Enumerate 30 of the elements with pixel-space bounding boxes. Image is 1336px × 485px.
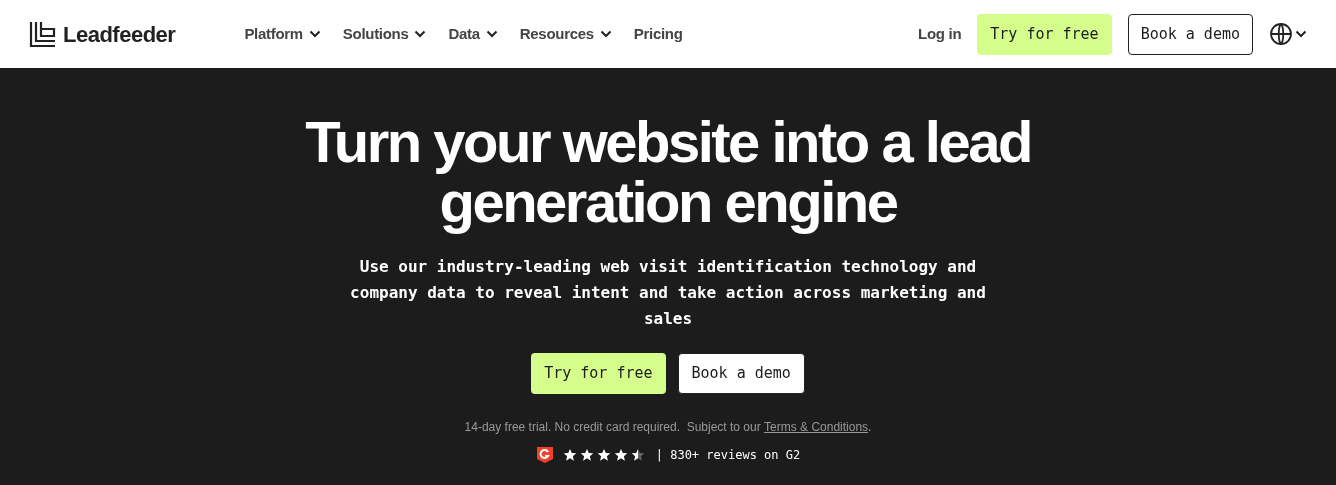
try-free-button[interactable]: Try for free <box>531 353 666 394</box>
nav-link[interactable]: Resources <box>519 22 612 46</box>
globe-icon <box>1269 22 1293 46</box>
hero-subtitle: Use our industry-leading web visit identification technology and company data to reveal intent and take action across marketing and sales <box>349 256 987 330</box>
language-button[interactable] <box>1269 22 1307 46</box>
review-count: | 830+ reviews on G2 <box>655 447 801 464</box>
nav-link[interactable]: Pricing <box>633 22 683 46</box>
nav-link[interactable]: Data <box>448 22 498 46</box>
login-link[interactable]: Log in <box>918 22 962 46</box>
hero-title: Turn your website into a lead generation engine <box>304 112 1032 232</box>
logo-text: Leadfeeder <box>63 20 176 49</box>
trial-note-end: . <box>868 419 872 436</box>
star-icon <box>613 448 628 462</box>
star-icon <box>630 448 645 462</box>
star-icon <box>596 448 611 462</box>
star-icon <box>579 448 594 462</box>
chevron-down-icon <box>1295 30 1307 38</box>
nav-link[interactable]: Platform <box>244 22 321 46</box>
chevron-down-icon <box>414 30 427 38</box>
chevron-down-icon <box>599 30 612 38</box>
nav-link[interactable]: Solutions <box>342 22 427 46</box>
star-icon <box>562 448 577 462</box>
book-demo-button[interactable]: Book a demo <box>677 353 805 394</box>
book-demo-button[interactable]: Book a demo <box>1127 13 1253 55</box>
try-free-button[interactable]: Try for free <box>977 13 1112 55</box>
trial-note: 14-day free trial. No credit card required. Subject to our <box>464 419 762 436</box>
chevron-down-icon <box>485 30 498 38</box>
chevron-down-icon <box>308 30 321 38</box>
review-badge-icon <box>535 446 554 464</box>
logo-icon <box>29 20 57 48</box>
